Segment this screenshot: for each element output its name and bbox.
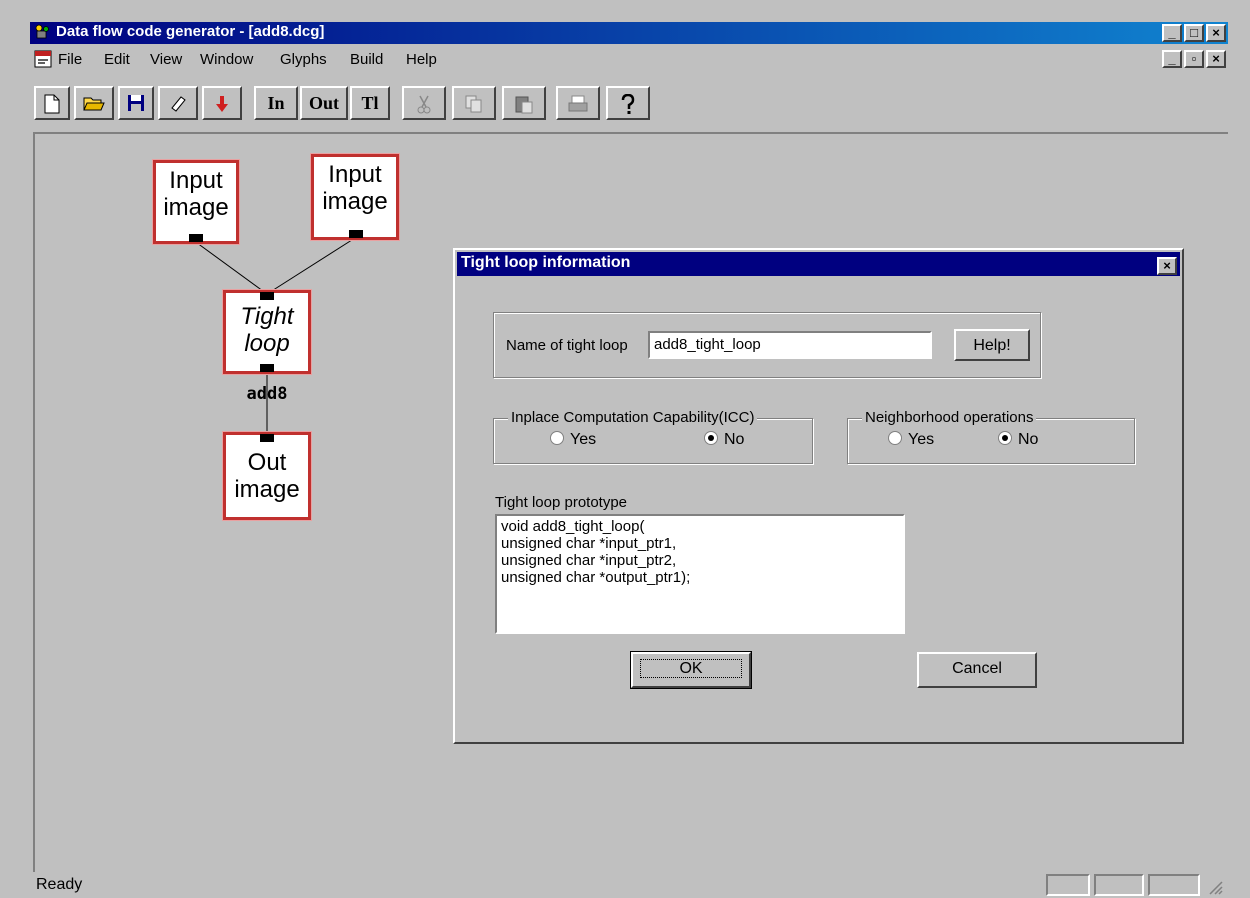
- copy-icon: [465, 95, 482, 113]
- glyph-label-line1: Input: [169, 167, 223, 194]
- document-icon[interactable]: [34, 50, 52, 68]
- new-icon: [44, 94, 60, 114]
- tight-loop-glyph-button[interactable]: Tl: [350, 86, 390, 120]
- window-title: Data flow code generator - [add8.dcg]: [56, 23, 325, 40]
- open-icon: [83, 97, 105, 111]
- menu-glyphs[interactable]: Glyphs: [280, 51, 327, 68]
- ok-button[interactable]: OK: [630, 651, 752, 689]
- menu-view[interactable]: View: [150, 51, 182, 68]
- glyph-label-line2: loop: [244, 330, 290, 357]
- menu-help[interactable]: Help: [406, 51, 437, 68]
- new-button[interactable]: [34, 86, 70, 120]
- glyph-label-line1: Tight: [240, 303, 294, 330]
- title-bar: Data flow code generator - [add8.dcg] _ …: [30, 22, 1228, 44]
- arrow-down-icon: [216, 96, 228, 112]
- status-pane-3: [1148, 874, 1200, 896]
- menu-window[interactable]: Window: [200, 51, 253, 68]
- neighborhood-group: Neighborhood operations Yes No: [847, 409, 1135, 464]
- output-port[interactable]: [349, 230, 363, 238]
- glyph-label-line2: image: [163, 194, 229, 221]
- mdi-restore-button[interactable]: ▫: [1184, 50, 1204, 68]
- eraser-icon: [171, 96, 186, 112]
- icc-group-label: Inplace Computation Capability(ICC): [508, 409, 758, 426]
- paste-icon: [515, 96, 533, 114]
- status-pane-2: [1094, 874, 1144, 896]
- close-button[interactable]: ×: [1206, 24, 1226, 42]
- name-group: Name of tight loop add8_tight_loop Help!: [493, 312, 1041, 378]
- cancel-button[interactable]: Cancel: [917, 652, 1037, 688]
- copy-button[interactable]: [452, 86, 496, 120]
- mdi-minimize-button[interactable]: _: [1162, 50, 1182, 68]
- output-port[interactable]: [189, 234, 203, 242]
- arrow-down-button[interactable]: [202, 86, 242, 120]
- output-port[interactable]: [260, 364, 274, 372]
- out-glyph-button[interactable]: Out: [300, 86, 348, 120]
- neighborhood-yes-radio[interactable]: Yes: [888, 431, 934, 449]
- glyph-label-line1: Input: [328, 161, 382, 188]
- tight-loop-glyph[interactable]: Tight loop: [223, 290, 311, 374]
- resize-grip-icon[interactable]: [1206, 878, 1224, 896]
- menu-edit[interactable]: Edit: [104, 51, 130, 68]
- ok-label: OK: [640, 659, 742, 678]
- icc-group: Inplace Computation Capability(ICC) Yes …: [493, 409, 813, 464]
- paste-button[interactable]: [502, 86, 546, 120]
- minimize-button[interactable]: _: [1162, 24, 1182, 42]
- out-image-glyph[interactable]: Out image: [223, 432, 311, 520]
- input-port[interactable]: [260, 434, 274, 442]
- icc-yes-radio[interactable]: Yes: [550, 431, 596, 449]
- maximize-button[interactable]: □: [1184, 24, 1204, 42]
- save-icon: [128, 95, 144, 111]
- menu-file[interactable]: File: [58, 51, 82, 68]
- eraser-button[interactable]: [158, 86, 198, 120]
- icc-no-radio[interactable]: No: [704, 431, 744, 449]
- tight-loop-caption: add8: [246, 384, 288, 404]
- dialog-close-button[interactable]: ×: [1157, 257, 1177, 275]
- name-input[interactable]: add8_tight_loop: [648, 331, 932, 359]
- menu-build[interactable]: Build: [350, 51, 383, 68]
- input-port[interactable]: [260, 292, 274, 300]
- cut-button[interactable]: [402, 86, 446, 120]
- toolbar: In Out Tl: [30, 84, 1228, 128]
- status-text: Ready: [36, 876, 83, 893]
- dialog-title-bar: Tight loop information: [457, 252, 1180, 276]
- mdi-close-button[interactable]: ×: [1206, 50, 1226, 68]
- open-button[interactable]: [74, 86, 114, 120]
- help-button[interactable]: [606, 86, 650, 120]
- neighborhood-no-radio[interactable]: No: [998, 431, 1038, 449]
- status-bar: Ready: [30, 872, 1228, 898]
- status-pane-1: [1046, 874, 1090, 896]
- in-glyph-button[interactable]: In: [254, 86, 298, 120]
- help-icon: [621, 93, 635, 114]
- neighborhood-group-label: Neighborhood operations: [862, 409, 1037, 426]
- glyph-label-line2: image: [234, 476, 300, 503]
- menu-bar: File Edit View Window Glyphs Build Help …: [30, 46, 1228, 72]
- dialog-title: Tight loop information: [461, 254, 631, 271]
- glyph-label-line1: Out: [247, 449, 287, 476]
- glyph-label-line2: image: [322, 188, 388, 215]
- print-button[interactable]: [556, 86, 600, 120]
- input-image-glyph-1[interactable]: Input image: [153, 160, 239, 244]
- input-image-glyph-2[interactable]: Input image: [311, 154, 399, 240]
- print-icon: [568, 95, 588, 112]
- save-button[interactable]: [118, 86, 154, 120]
- help-button-dialog[interactable]: Help!: [954, 329, 1030, 361]
- app-icon: [35, 24, 49, 39]
- cut-icon: [417, 95, 431, 114]
- name-label: Name of tight loop: [506, 337, 628, 354]
- prototype-textarea[interactable]: void add8_tight_loop( unsigned char *inp…: [495, 514, 905, 634]
- prototype-label: Tight loop prototype: [495, 494, 628, 511]
- tight-loop-dialog: Tight loop information × Name of tight l…: [453, 248, 1184, 744]
